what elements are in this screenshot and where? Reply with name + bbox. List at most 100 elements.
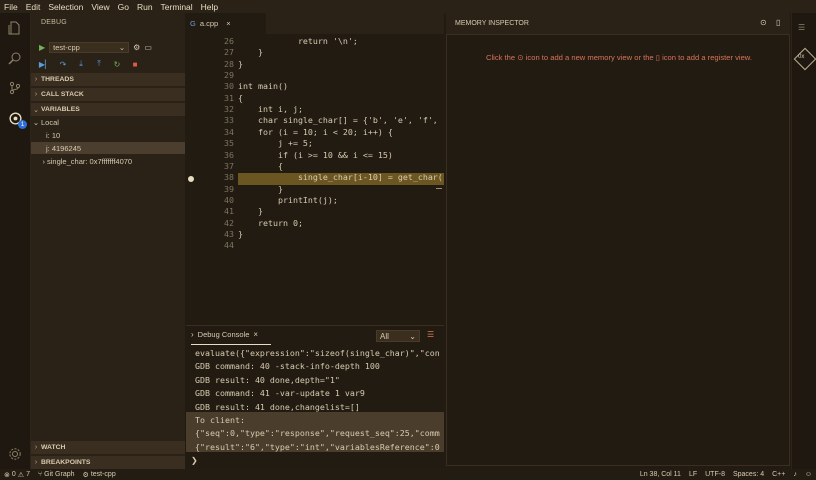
step-over-icon[interactable]: ↷ bbox=[57, 60, 69, 69]
step-into-icon[interactable]: ⤓ bbox=[75, 59, 87, 69]
debug-config-bar: ▶ test-cpp ⌄ ⚙ ▭ bbox=[39, 40, 189, 54]
line-number: 28 bbox=[224, 58, 234, 69]
menu-item-selection[interactable]: Selection bbox=[44, 2, 87, 12]
breakpoint-marker[interactable] bbox=[188, 176, 194, 182]
chevron-right-icon: › bbox=[42, 156, 46, 166]
code-line: } bbox=[238, 228, 243, 239]
chevron-right-icon: › bbox=[34, 444, 38, 451]
explorer-icon[interactable] bbox=[6, 19, 24, 37]
chevron-down-icon: ⌄ bbox=[32, 117, 40, 127]
right-activity-bar: ☰ 0x bbox=[791, 13, 816, 469]
register-view-icon[interactable]: ▯ bbox=[656, 53, 660, 62]
variable-row[interactable]: j : 4196245 bbox=[31, 142, 185, 154]
memory-inspector-title: MEMORY INSPECTOR bbox=[455, 20, 529, 27]
start-debugging-icon[interactable]: ▶ bbox=[39, 43, 45, 52]
language-indicator[interactable]: C++ bbox=[768, 471, 789, 478]
feedback-icon[interactable]: ☺ bbox=[801, 471, 816, 478]
code-line: char single_char[] = {'b', 'e', 'f', bbox=[238, 115, 438, 126]
warning-icon: ⚠ bbox=[17, 471, 25, 479]
chevron-down-icon: ⌄ bbox=[409, 331, 416, 341]
variable-row[interactable]: › single_char : 0x7fffffff4070 bbox=[31, 155, 185, 167]
indent-indicator[interactable]: Spaces: 4 bbox=[729, 471, 768, 478]
restart-icon[interactable]: ↻ bbox=[111, 60, 123, 69]
line-number: 26 bbox=[224, 36, 234, 46]
problems-indicator[interactable]: ⊗ 0 ⚠ 7 bbox=[0, 471, 34, 479]
menubar: File Edit Selection View Go Run Terminal Help bbox=[0, 0, 816, 13]
console-filter-value: All bbox=[380, 331, 389, 341]
console-input[interactable]: ❯ bbox=[186, 453, 444, 467]
close-icon[interactable]: × bbox=[253, 330, 258, 339]
line-number: 41 bbox=[224, 206, 234, 217]
line-number: 43 bbox=[224, 228, 234, 239]
chevron-down-icon: ⌄ bbox=[118, 42, 126, 52]
eol-indicator[interactable]: LF bbox=[685, 471, 701, 478]
debug-session-item[interactable]: ⚙ test-cpp bbox=[79, 471, 120, 479]
hex-0x-icon: 0x bbox=[798, 54, 805, 60]
add-memory-view-icon[interactable]: ⊙ bbox=[760, 18, 767, 27]
clear-console-icon[interactable]: ☰ bbox=[427, 330, 434, 339]
chevron-right-icon: › bbox=[34, 76, 38, 83]
console-line: GDB command: 41 -var-update 1 var9 bbox=[195, 388, 365, 399]
code-editor[interactable]: 26 return '\n'; 27 } 28} 29 30 int main() 31 {3… bbox=[186, 34, 444, 324]
section-variables[interactable]: ⌄ VARIABLES bbox=[31, 103, 185, 116]
search-icon[interactable] bbox=[6, 49, 24, 67]
menu-item-run[interactable]: Run bbox=[133, 2, 157, 12]
tab-debug-console[interactable]: › Debug Console × bbox=[191, 330, 258, 339]
console-line: {"seq":0,"type":"response","request_seq"… bbox=[195, 428, 440, 439]
menu-item-view[interactable]: View bbox=[87, 2, 113, 12]
menu-item-edit[interactable]: Edit bbox=[22, 2, 45, 12]
scope-local[interactable]: ⌄ Local bbox=[31, 116, 185, 128]
menu-item-file[interactable]: File bbox=[0, 2, 22, 12]
encoding-indicator[interactable]: UTF-8 bbox=[701, 471, 729, 478]
menu-item-terminal[interactable]: Terminal bbox=[157, 2, 197, 12]
list-view-icon[interactable]: ☰ bbox=[798, 23, 805, 32]
msg-part: icon to add a new memory view or the bbox=[525, 53, 654, 62]
debug-badge: 1 bbox=[18, 120, 27, 129]
tab-a-cpp[interactable]: G a.cpp × bbox=[186, 13, 266, 34]
line-number: 40 bbox=[224, 194, 234, 205]
debug-config-select[interactable]: test-cpp ⌄ bbox=[49, 41, 130, 53]
step-out-icon[interactable]: ⤒ bbox=[93, 59, 105, 69]
panel-tabs: › Debug Console × All ⌄ ☰ bbox=[186, 325, 444, 346]
line-number: 38 bbox=[224, 172, 234, 183]
menu-item-go[interactable]: Go bbox=[114, 2, 133, 12]
debug-sidebar: DEBUG ▶ test-cpp ⌄ ⚙ ▭ ▶▏ ↷ ⤓ ⤒ ↻ ■ › TH… bbox=[31, 13, 185, 469]
code-line: } bbox=[238, 183, 283, 194]
section-variables-label: VARIABLES bbox=[41, 106, 80, 113]
variable-row[interactable]: i : 10 bbox=[31, 129, 185, 141]
cursor-position[interactable]: Ln 38, Col 11 bbox=[636, 471, 685, 478]
memory-view-icon[interactable]: ⊙ bbox=[517, 53, 523, 62]
console-line: {"result":"6","type":"int","variablesRef… bbox=[195, 441, 440, 452]
line-number: 31 bbox=[224, 92, 234, 103]
tab-debug-console-label: Debug Console bbox=[197, 330, 250, 339]
line-number: 35 bbox=[224, 138, 234, 149]
run-debug-icon[interactable]: 1 bbox=[6, 109, 27, 129]
section-call-stack[interactable]: › CALL STACK bbox=[31, 88, 185, 101]
settings-gear-icon[interactable]: ⚙ bbox=[133, 43, 140, 52]
code-line: for (i = 10; i < 20; i++) { bbox=[238, 126, 393, 137]
continue-icon[interactable]: ▶▏ bbox=[39, 60, 51, 69]
section-breakpoints[interactable]: › BREAKPOINTS bbox=[31, 456, 185, 469]
debug-console-toggle-icon[interactable]: ▭ bbox=[144, 43, 152, 52]
error-count: 0 bbox=[11, 471, 16, 478]
add-register-view-icon[interactable]: ▯ bbox=[776, 18, 780, 27]
debug-console-output[interactable]: evaluate({"expression":"sizeof(single_ch… bbox=[186, 346, 444, 452]
stop-icon[interactable]: ■ bbox=[129, 60, 141, 69]
variable-value: 10 bbox=[51, 130, 61, 140]
close-icon[interactable]: × bbox=[226, 19, 230, 28]
console-filter-select[interactable]: All ⌄ bbox=[376, 330, 420, 342]
section-threads[interactable]: › THREADS bbox=[31, 73, 185, 86]
console-line: To client: bbox=[195, 415, 245, 425]
activity-bar: 1 bbox=[0, 13, 31, 469]
notifications-bell-icon[interactable]: ♪ bbox=[789, 471, 801, 478]
source-control-icon[interactable] bbox=[6, 79, 24, 97]
manage-gear-icon[interactable] bbox=[6, 445, 24, 463]
code-line: { bbox=[238, 92, 243, 103]
memory-inspector-message: Click the ⊙ icon to add a new memory vie… bbox=[447, 53, 791, 62]
section-watch[interactable]: › WATCH bbox=[31, 441, 185, 454]
section-threads-label: THREADS bbox=[41, 76, 74, 83]
line-number: 44 bbox=[224, 240, 234, 251]
code-line: { bbox=[238, 160, 283, 171]
menu-item-help[interactable]: Help bbox=[197, 2, 222, 12]
git-graph-item[interactable]: ⑂ Git Graph bbox=[34, 471, 79, 478]
